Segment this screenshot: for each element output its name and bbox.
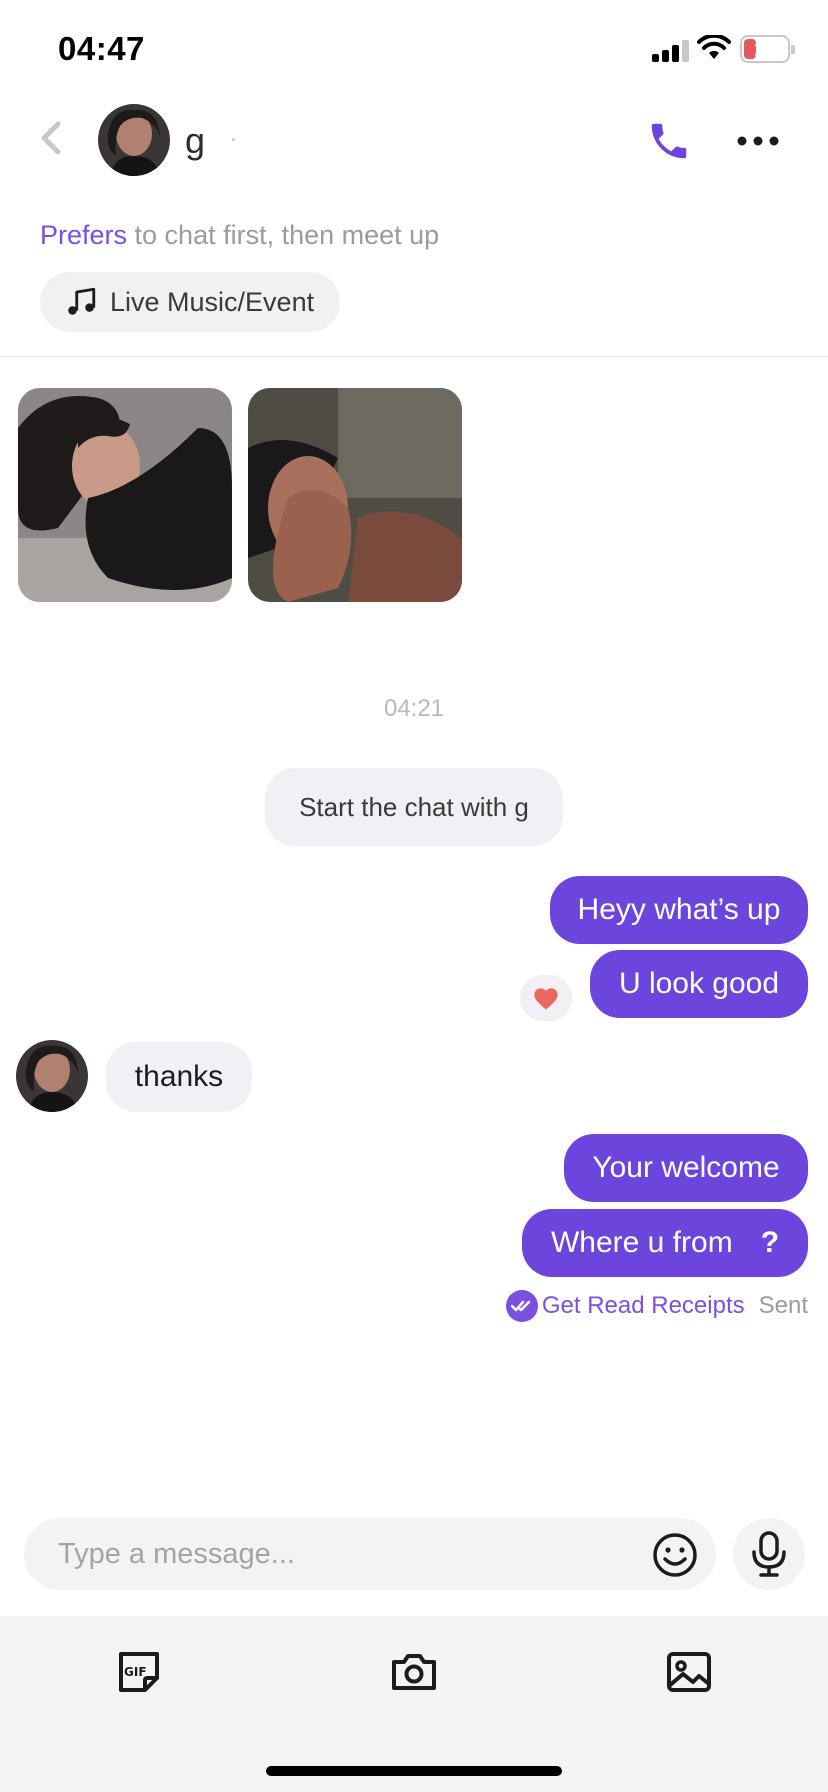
camera-icon [392, 1654, 436, 1690]
contact-name[interactable]: g [185, 120, 205, 162]
call-button[interactable] [646, 118, 692, 164]
emoji-button[interactable] [652, 1532, 698, 1578]
outgoing-message[interactable]: U look good [590, 950, 808, 1018]
interest-label: Live Music/Event [110, 286, 315, 317]
prefers-text: to chat first, then meet up [127, 220, 440, 250]
smiley-icon [653, 1533, 697, 1577]
outgoing-message[interactable]: Your welcome [564, 1134, 808, 1202]
message-text: Where u from [550, 1226, 733, 1259]
microphone-icon [752, 1531, 786, 1577]
get-read-receipts-link[interactable]: Get Read Receipts [542, 1292, 745, 1320]
music-note-icon [68, 287, 96, 315]
image-icon [667, 1652, 711, 1692]
double-check-icon [505, 1290, 538, 1322]
status-bar: 04:47 10 [0, 0, 828, 100]
wifi-icon [697, 33, 731, 66]
message-input[interactable] [58, 1518, 618, 1590]
incoming-message[interactable]: thanks [106, 1042, 252, 1112]
interest-chip[interactable]: Live Music/Event [40, 272, 341, 332]
message-suffix: ? [760, 1226, 780, 1259]
chat-preference: Prefers to chat first, then meet up [40, 220, 439, 251]
message-status: Sent [758, 1292, 808, 1319]
more-horizontal-icon [737, 136, 779, 146]
svg-text:GIF: GIF [124, 1665, 147, 1679]
read-receipts: Get Read Receipts Sent [505, 1290, 808, 1322]
camera-button[interactable] [388, 1646, 440, 1698]
online-dot [232, 138, 235, 141]
profile-photo[interactable] [18, 388, 232, 602]
contact-avatar[interactable] [98, 104, 170, 176]
battery-icon: 10 [740, 35, 795, 63]
message-reaction[interactable] [520, 975, 572, 1021]
profile-photo[interactable] [248, 388, 462, 602]
cellular-signal-icon [652, 40, 690, 62]
heart-icon [534, 988, 558, 1010]
status-time: 04:47 [58, 30, 145, 67]
gallery-button[interactable] [663, 1646, 715, 1698]
chat-header: g [0, 100, 828, 200]
message-composer [24, 1518, 716, 1590]
voice-message-button[interactable] [733, 1518, 805, 1590]
phone-icon [651, 123, 687, 159]
system-message: Start the chat with g [265, 768, 563, 846]
contact-avatar-small[interactable] [16, 1040, 88, 1112]
more-options-button[interactable] [734, 130, 782, 152]
gif-icon: GIF [119, 1652, 159, 1692]
outgoing-message[interactable]: Where u from? [522, 1209, 808, 1277]
divider [0, 356, 828, 357]
back-button[interactable] [36, 118, 66, 158]
prefers-label: Prefers [40, 220, 128, 250]
home-indicator [266, 1766, 562, 1776]
chevron-left-icon [41, 121, 61, 155]
battery-level: 10 [753, 38, 777, 61]
outgoing-message[interactable]: Heyy what’s up [550, 876, 808, 944]
gif-button[interactable]: GIF [113, 1646, 165, 1698]
chat-timestamp: 04:21 [383, 695, 445, 722]
